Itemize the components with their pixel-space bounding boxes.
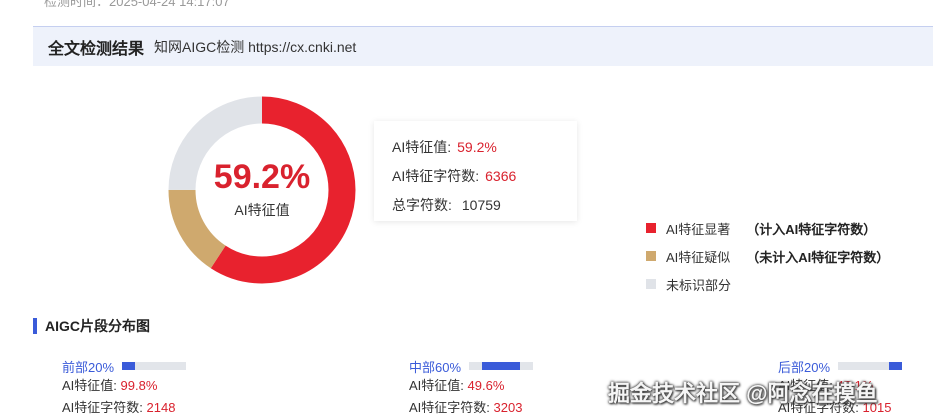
segment-ai-value-number: 49.6% — [467, 378, 505, 393]
segment-range-fill — [122, 362, 135, 370]
segment-ai-value: AI特征值: 49.6% — [409, 375, 609, 397]
legend-note: （未计入AI特征字符数） — [746, 249, 890, 265]
segment-ai-chars: AI特征字符数: 2148 — [62, 397, 262, 419]
segment-ai-value-label: AI特征值: — [409, 378, 464, 393]
check-time-text: 检测时间：2025-04-24 14:17:07 — [44, 0, 230, 9]
stat-ai-chars-label: AI特征字符数: — [392, 168, 480, 184]
stat-total-chars-number: 10759 — [461, 197, 501, 213]
ai-donut-chart: 59.2% AI特征值 — [168, 96, 356, 284]
section-title: AIGC片段分布图 — [33, 316, 150, 336]
segment-ai-chars: AI特征字符数: 3203 — [409, 397, 609, 419]
legend-swatch-significant — [646, 223, 656, 233]
stat-ai-value-label: AI特征值: — [392, 139, 452, 155]
segment-ai-value-label: AI特征值: — [62, 378, 117, 393]
segment-head-label: 后部20% — [778, 359, 831, 375]
donut-legend: AI特征显著 （计入AI特征字符数） AI特征疑似 （未计入AI特征字符数） 未… — [646, 214, 889, 298]
segment-head-label: 中部60% — [409, 359, 462, 375]
result-header: 全文检测结果 知网AIGC检测 https://cx.cnki.net — [33, 26, 933, 66]
segment-head: 前部20% — [62, 357, 262, 375]
segment-head: 后部20% — [778, 357, 928, 375]
legend-item-suspected: AI特征疑似 （未计入AI特征字符数） — [646, 242, 889, 270]
segment-ai-value: AI特征值: 99.8% — [62, 375, 262, 397]
stat-ai-chars-number: 6366 — [485, 168, 517, 184]
legend-swatch-unmarked — [646, 279, 656, 289]
stats-card: AI特征值: 59.2% AI特征字符数: 6366 总字符数: 10759 — [374, 121, 577, 221]
segment-head-label: 前部20% — [62, 359, 115, 375]
segment-range-fill — [889, 362, 903, 370]
segment-front: 前部20% AI特征值: 99.8% AI特征字符数: 2148 — [62, 357, 262, 419]
stat-total-chars-label: 总字符数: — [392, 197, 452, 213]
segment-range-bar — [469, 362, 534, 370]
legend-item-significant: AI特征显著 （计入AI特征字符数） — [646, 214, 889, 242]
legend-note: （计入AI特征字符数） — [746, 221, 877, 237]
section-title-bar — [33, 318, 37, 334]
section-title-text: AIGC片段分布图 — [45, 318, 150, 334]
legend-label: 未标识部分 — [666, 277, 732, 293]
segment-ai-chars-number: 3203 — [493, 400, 523, 415]
segment-head: 中部60% — [409, 357, 609, 375]
segment-ai-chars-number: 2148 — [146, 400, 176, 415]
segment-range-bar — [122, 362, 187, 370]
segment-ai-value-number: 99.8% — [120, 378, 158, 393]
segment-middle: 中部60% AI特征值: 49.6% AI特征字符数: 3203 — [409, 357, 609, 419]
stat-ai-value-number: 59.2% — [457, 139, 497, 155]
segment-ai-chars-label: AI特征字符数: — [62, 400, 143, 415]
segment-ai-chars-label: AI特征字符数: — [409, 400, 490, 415]
legend-label: AI特征显著 — [666, 221, 731, 237]
stat-ai-value: AI特征值: 59.2% — [392, 133, 577, 162]
watermark-text: 掘金技术社区 @阿念在摸鱼 — [608, 381, 878, 406]
segment-range-bar — [838, 362, 903, 370]
donut-center: 59.2% AI特征值 — [168, 96, 356, 284]
legend-swatch-suspected — [646, 251, 656, 261]
result-subtitle: 知网AIGC检测 https://cx.cnki.net — [154, 38, 357, 55]
segment-range-fill — [481, 362, 521, 370]
stat-ai-chars: AI特征字符数: 6366 — [392, 162, 577, 191]
donut-label: AI特征值 — [234, 202, 290, 218]
legend-label: AI特征疑似 — [666, 249, 731, 265]
donut-percent: 59.2% — [213, 158, 311, 196]
legend-item-unmarked: 未标识部分 — [646, 270, 889, 298]
result-title: 全文检测结果 — [48, 40, 145, 58]
stat-total-chars: 总字符数: 10759 — [392, 191, 577, 220]
